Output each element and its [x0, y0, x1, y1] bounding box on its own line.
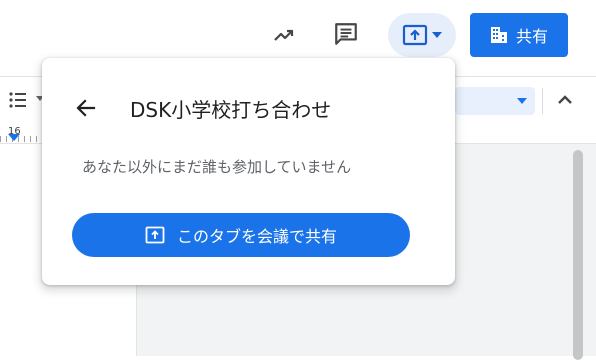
present-to-all-icon: [402, 24, 428, 46]
scrollbar-thumb[interactable]: [573, 150, 583, 360]
chevron-down-icon: [517, 98, 527, 104]
share-button-label: 共有: [515, 27, 548, 46]
back-button[interactable]: [66, 88, 106, 128]
meeting-share-popover: DSK小学校打ち合わせ あなた以外にまだ誰も参加していません このタブを会議で共…: [42, 58, 455, 285]
trending-up-icon: [274, 29, 294, 41]
present-to-meeting-button[interactable]: [388, 13, 456, 57]
chevron-down-icon: [432, 32, 442, 38]
arrow-back-icon: [76, 99, 96, 117]
share-tab-label: このタブを会議で共有: [176, 227, 337, 246]
domain-icon: [490, 27, 507, 43]
comments-button[interactable]: [326, 14, 366, 54]
share-tab-to-meeting-button[interactable]: このタブを会議で共有: [72, 213, 410, 257]
toolbar-divider: [542, 88, 543, 114]
present-to-all-icon: [145, 226, 165, 244]
indent-marker[interactable]: [8, 134, 20, 141]
paragraph-style-select[interactable]: [455, 87, 535, 115]
share-button[interactable]: 共有: [470, 13, 568, 57]
participants-message: あなた以外にまだ誰も参加していません: [82, 158, 352, 176]
chevron-up-icon[interactable]: [554, 89, 576, 111]
activity-dashboard-button[interactable]: [264, 15, 304, 55]
bulleted-list-icon[interactable]: [8, 90, 30, 110]
comment-icon: [335, 23, 357, 45]
meeting-title: DSK小学校打ち合わせ: [130, 98, 332, 122]
